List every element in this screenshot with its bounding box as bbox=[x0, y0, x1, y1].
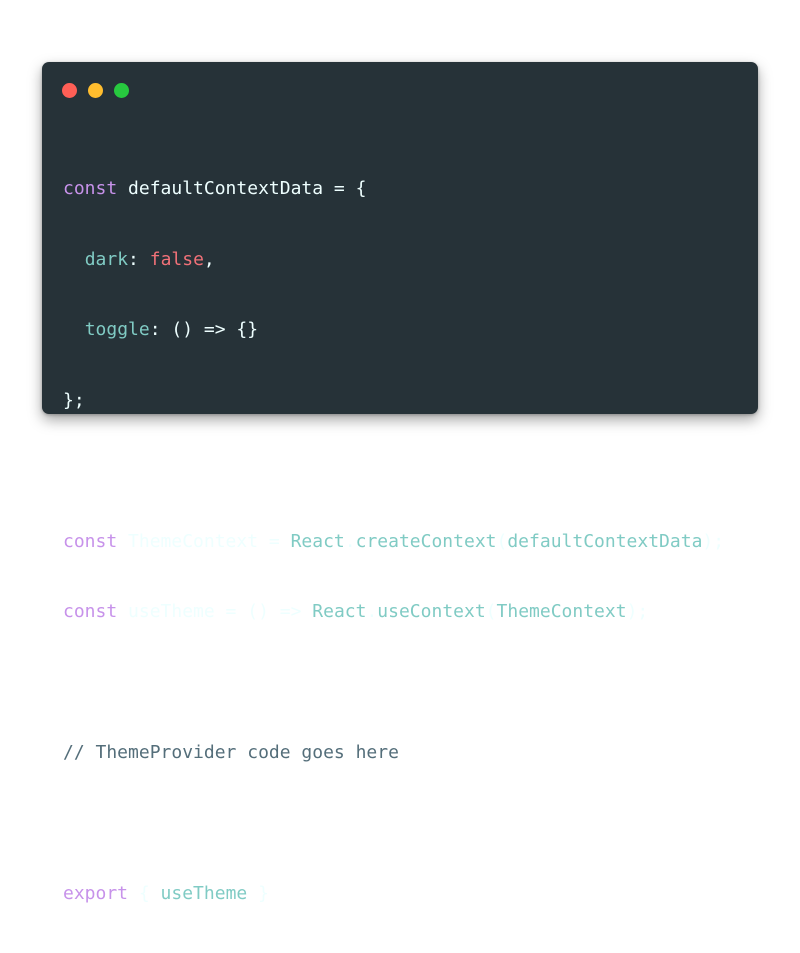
code-text: : () => {} bbox=[149, 319, 259, 340]
object-name: React bbox=[312, 601, 367, 622]
object-name: React bbox=[290, 530, 345, 552]
function-name: useContext bbox=[377, 601, 486, 622]
code-line-10-blank bbox=[63, 812, 724, 836]
code-text: : bbox=[128, 248, 150, 270]
code-text: }; bbox=[63, 389, 85, 411]
code-text: } bbox=[247, 883, 269, 904]
property-key: dark bbox=[84, 248, 129, 270]
code-text: ( bbox=[496, 530, 508, 552]
maximize-dot-icon[interactable] bbox=[114, 83, 129, 98]
code-text: defaultContextData = { bbox=[117, 178, 367, 199]
keyword: const bbox=[63, 601, 118, 622]
code-line-7: const useTheme = () => React.useContext(… bbox=[63, 600, 724, 624]
minimize-dot-icon[interactable] bbox=[88, 83, 103, 98]
export-name: useTheme bbox=[160, 883, 248, 904]
code-line-8-blank bbox=[63, 671, 724, 695]
code-text: ( bbox=[485, 601, 497, 622]
keyword: const bbox=[63, 530, 118, 552]
code-line-1: const defaultContextData = { bbox=[63, 177, 724, 201]
keyword: const bbox=[63, 178, 118, 199]
window-controls bbox=[62, 83, 129, 98]
code-line-3: toggle: () => {} bbox=[63, 318, 724, 342]
argument: defaultContextData bbox=[507, 530, 703, 552]
boolean-value: false bbox=[149, 248, 204, 270]
code-text: . bbox=[344, 530, 356, 552]
property-key: toggle bbox=[84, 319, 150, 340]
close-dot-icon[interactable] bbox=[62, 83, 77, 98]
code-line-9: // ThemeProvider code goes here bbox=[63, 741, 724, 765]
keyword: export bbox=[63, 883, 129, 904]
argument: ThemeContext bbox=[496, 601, 627, 622]
code-block: const defaultContextData = { dark: false… bbox=[63, 130, 724, 953]
code-text: { bbox=[128, 883, 161, 904]
function-name: createContext bbox=[355, 530, 497, 552]
code-line-11: export { useTheme } bbox=[63, 882, 724, 906]
code-line-4: }; bbox=[63, 389, 724, 413]
comment: // ThemeProvider code goes here bbox=[63, 742, 399, 763]
code-line-2: dark: false, bbox=[63, 248, 724, 272]
code-window: const defaultContextData = { dark: false… bbox=[42, 62, 758, 904]
code-text: useTheme = () => bbox=[117, 601, 313, 622]
code-text: . bbox=[366, 601, 378, 622]
code-text: ); bbox=[626, 601, 649, 622]
code-text: ThemeContext = bbox=[117, 530, 291, 552]
code-text: ); bbox=[702, 530, 725, 552]
code-line-6: const ThemeContext = React.createContext… bbox=[63, 530, 724, 554]
code-text: , bbox=[203, 248, 215, 270]
